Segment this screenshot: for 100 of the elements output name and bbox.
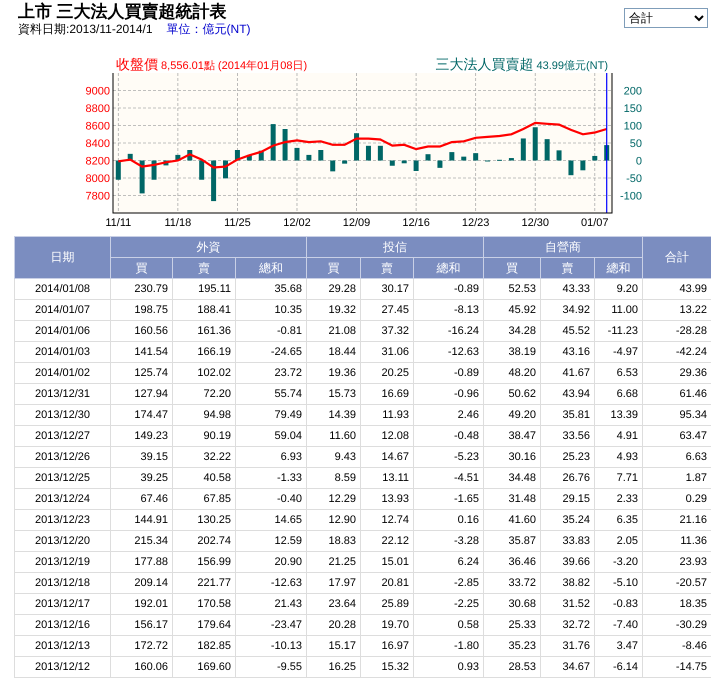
bar [473,153,478,160]
table-cell: 179.64 [172,614,236,636]
table-cell: 156.17 [110,614,172,636]
table-cell: 149.23 [110,426,172,446]
table-cell: 21.25 [306,552,361,572]
table-cell: 36.46 [484,552,541,572]
table-cell: -12.63 [414,342,484,362]
table-cell: 9.20 [594,278,643,300]
table-cell: 34.28 [484,320,541,342]
table-cell: 32.22 [172,446,236,468]
table-cell: 45.92 [484,300,541,320]
table-cell: -6.14 [594,656,643,678]
bar [128,154,133,160]
table-cell: -24.65 [236,342,307,362]
bar [187,150,192,160]
table-cell: 12.29 [306,488,361,510]
table-cell: 29.15 [540,488,595,510]
table-cell: 33.56 [540,426,595,446]
axis-tick-label: 150 [624,103,642,115]
table-cell: 23.72 [236,362,307,384]
page-title: 上市 三大法人買賣超統計表 [18,2,228,22]
table-cell: 67.85 [172,488,236,510]
table-cell: 38.19 [484,342,541,362]
column-header: 買 [110,258,172,278]
bar [354,133,360,160]
table-cell: 43.16 [540,342,595,362]
table-cell: -5.23 [414,446,484,468]
table-cell: 3.47 [594,636,643,656]
table-cell: 6.93 [236,446,307,468]
dropdown[interactable]: 合計 [624,8,708,28]
bar [140,160,145,194]
table-cell: 2013/12/20 [14,530,110,552]
table-cell: 16.25 [306,656,361,678]
table-cell: 2014/01/03 [14,342,110,362]
bar [152,160,157,180]
axis-tick-label: 200 [624,86,642,98]
table-cell: 55.74 [236,384,307,404]
table-cell: 11.93 [360,404,414,426]
table-cell: -11.23 [594,320,643,342]
axis-tick-label: -100 [620,190,642,202]
axis-tick-label: 8600 [86,120,110,132]
table-cell: 230.79 [110,278,172,300]
table-cell: -0.48 [414,426,484,446]
table-cell: 170.58 [172,594,236,614]
table-cell: -7.40 [594,614,643,636]
table-cell: 29.28 [306,278,361,300]
table-cell: 20.81 [360,572,414,594]
table-cell: 34.92 [540,300,595,320]
axis-tick-label: 8200 [86,156,110,168]
table-cell: 2013/12/18 [14,572,110,594]
column-header: 自營商 [484,236,643,258]
table-cell: -16.24 [414,320,484,342]
table-cell: 14.39 [306,404,361,426]
table-cell: 35.87 [484,530,541,552]
table-cell: 18.83 [306,530,361,552]
table-cell: 15.73 [306,384,361,404]
table-cell: -9.55 [236,656,307,678]
table-cell: 15.32 [360,656,414,678]
table-cell: 19.32 [306,300,361,320]
table-cell: 13.11 [360,468,414,488]
table-cell: 35.23 [484,636,541,656]
table-cell: 202.74 [172,530,236,552]
table-cell: 15.01 [360,552,414,572]
table-cell: 9.43 [306,446,361,468]
table-cell: 4.93 [594,446,643,468]
bar [378,146,383,160]
axis-tick-label: 9000 [86,86,110,98]
bar [282,129,288,160]
table-cell: 156.99 [172,552,236,572]
bar [592,156,598,160]
bar [163,160,168,166]
table-cell: 166.19 [172,342,236,362]
table-cell: -10.13 [236,636,307,656]
table-cell: -1.80 [414,636,484,656]
table-cell: 20.28 [306,614,361,636]
table-cell: 6.35 [594,510,643,530]
table-cell: 2013/12/12 [14,656,110,678]
axis-tick-label: 11/11 [105,217,132,229]
table-cell: -1.33 [236,468,307,488]
table-cell: 10.35 [236,300,307,320]
table-cell: 38.82 [540,572,595,594]
bar [116,160,121,180]
table-cell: 195.11 [172,278,236,300]
axis-tick-label: -50 [626,173,642,185]
bar [556,150,562,160]
bar [211,160,216,202]
table-cell: 72.20 [172,384,236,404]
bar [532,127,538,160]
column-header: 合計 [642,236,711,278]
table-cell: 41.67 [540,362,595,384]
table-cell: 31.06 [360,342,414,362]
bar [342,160,348,164]
column-header: 日期 [14,236,110,278]
table-cell: 2013/12/19 [14,552,110,572]
table-cell: 102.02 [172,362,236,384]
bar [402,160,407,164]
table-cell: 11.00 [594,300,643,320]
bar [258,150,264,160]
table-cell: 2013/12/27 [14,426,110,446]
column-header: 總和 [414,258,484,278]
